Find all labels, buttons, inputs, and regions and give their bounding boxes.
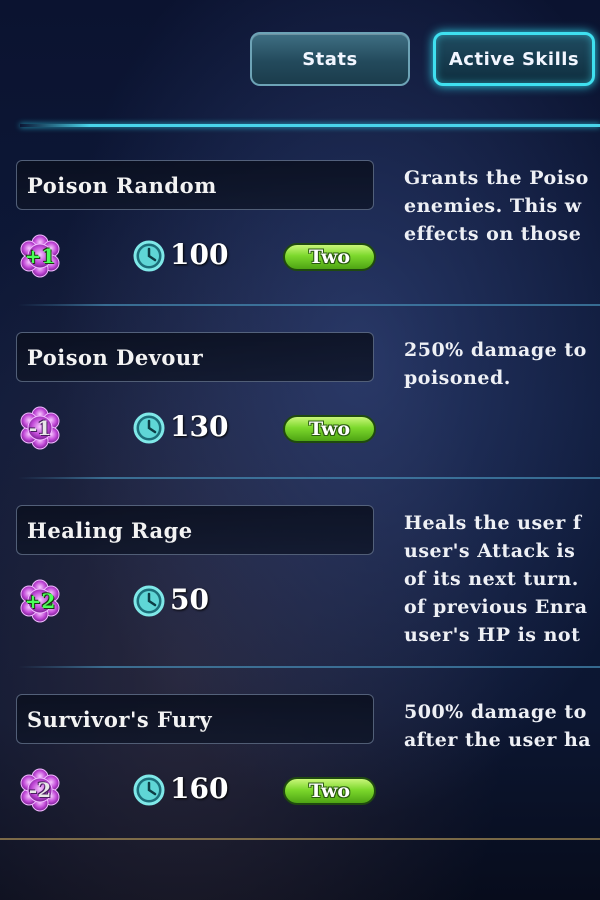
skill-modifier: +2 — [24, 589, 56, 613]
skill-cooldown: 130 — [170, 410, 229, 443]
skill-description: Heals the user f user's Attack is of its… — [404, 512, 588, 646]
skill-target: Two — [308, 780, 351, 802]
row-divider — [18, 666, 600, 668]
skill-description: Grants the Poiso enemies. This w effects… — [404, 167, 589, 245]
skill-description: 500% damage to after the user ha — [404, 701, 592, 751]
purple-flower-gem-icon: +1 — [18, 234, 62, 278]
tab-stats-label: Stats — [302, 48, 358, 70]
clock-icon — [133, 412, 165, 444]
skill-name: Poison Random — [27, 172, 217, 198]
skill-cooldown: 100 — [170, 238, 229, 271]
clock-icon — [133, 774, 165, 806]
skill-modifier: -1 — [28, 416, 52, 440]
skill-name-box: Survivor's Fury — [16, 694, 374, 744]
skill-modifier: -2 — [28, 778, 52, 802]
clock-icon — [133, 585, 165, 617]
header-divider — [20, 124, 600, 127]
tab-active-skills[interactable]: Active Skills — [433, 32, 595, 86]
tab-active-skills-label: Active Skills — [448, 48, 580, 70]
skill-cooldown: 160 — [170, 772, 229, 805]
skill-modifier: +1 — [24, 244, 56, 268]
purple-flower-gem-icon: -1 — [18, 406, 62, 450]
skill-name-box: Healing Rage — [16, 505, 374, 555]
clock-icon — [133, 240, 165, 272]
skill-name: Poison Devour — [27, 344, 204, 370]
purple-flower-gem-icon: +2 — [18, 579, 62, 623]
skill-cooldown: 50 — [170, 583, 209, 616]
skill-target: Two — [308, 418, 351, 440]
skill-target-badge: Two — [283, 243, 376, 271]
skill-target: Two — [308, 246, 351, 268]
skill-name: Healing Rage — [27, 517, 193, 543]
tab-stats[interactable]: Stats — [250, 32, 410, 86]
purple-flower-gem-icon: -2 — [18, 768, 62, 812]
skills-screen: Stats Active Skills Poison Random +1 100… — [0, 0, 600, 900]
skill-name-box: Poison Devour — [16, 332, 374, 382]
footer-divider — [0, 838, 600, 840]
skill-description: 250% damage to poisoned. — [404, 339, 587, 389]
row-divider — [18, 477, 600, 479]
skill-target-badge: Two — [283, 777, 376, 805]
skill-target-badge: Two — [283, 415, 376, 443]
skill-name-box: Poison Random — [16, 160, 374, 210]
row-divider — [18, 304, 600, 306]
skill-name: Survivor's Fury — [27, 706, 213, 732]
